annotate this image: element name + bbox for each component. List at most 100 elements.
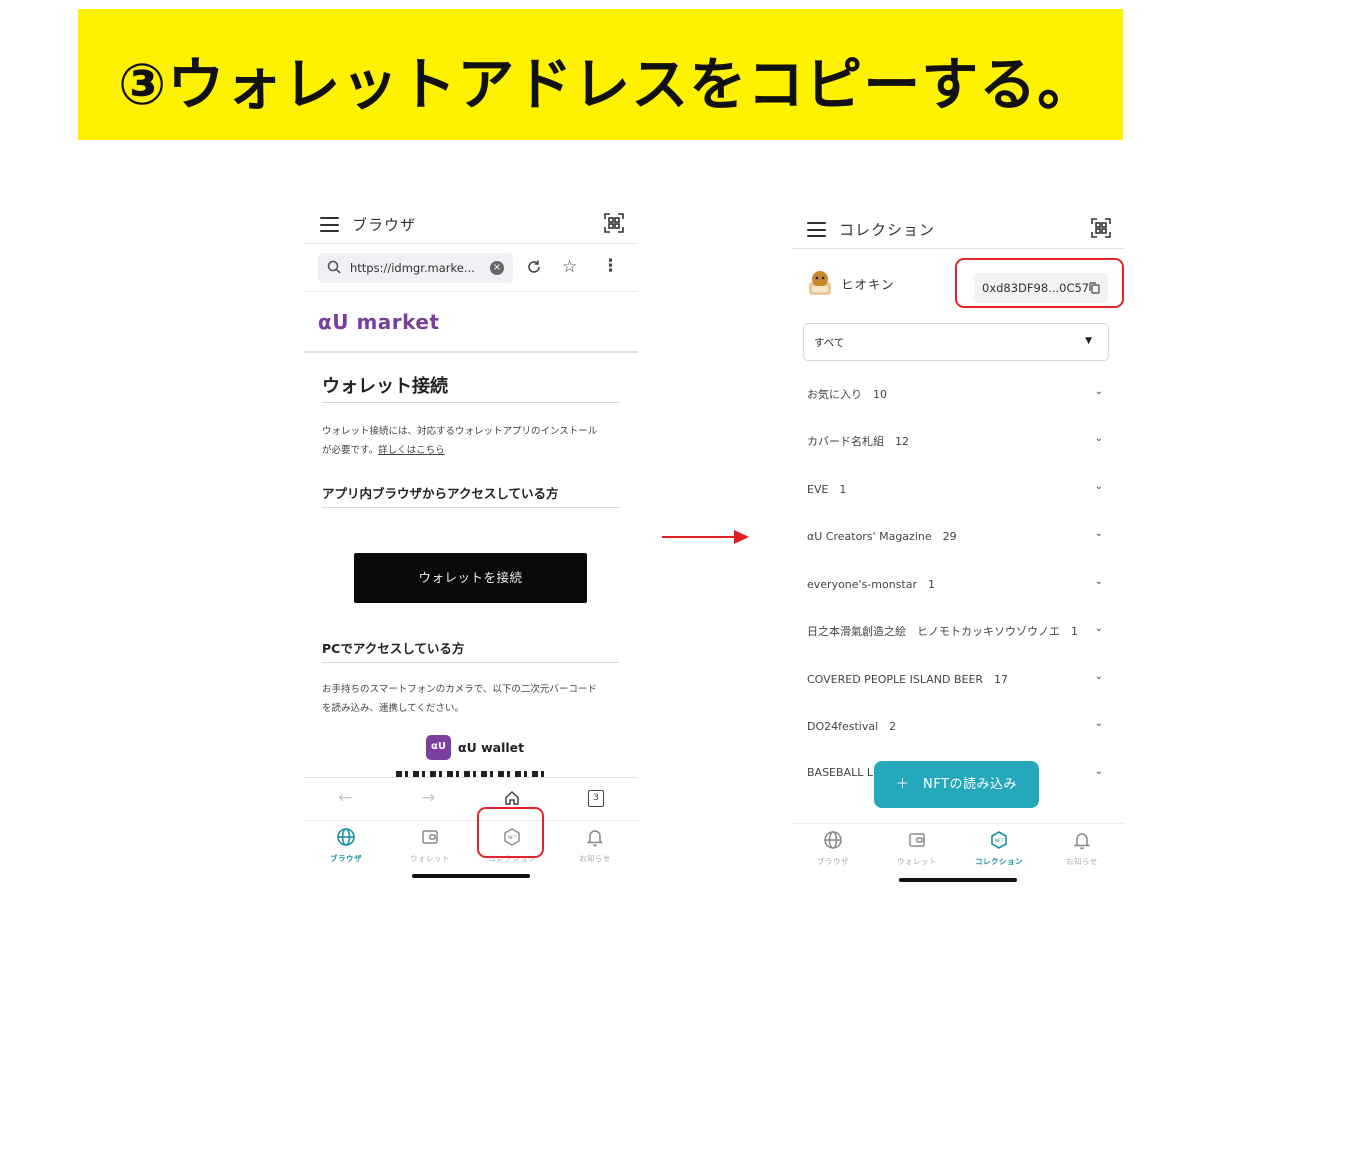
tabs-count-icon[interactable]: 3	[588, 790, 604, 807]
screen-title: ブラウザ	[352, 216, 417, 234]
forward-arrow-icon[interactable]: →	[421, 788, 435, 808]
tab-label: お知らせ	[1066, 857, 1098, 866]
nft-import-button[interactable]: ＋ NFTの読み込み	[874, 761, 1039, 808]
banner-title: ③ウォレットアドレスをコピーする。	[118, 52, 1096, 118]
back-arrow-icon[interactable]: ←	[338, 788, 352, 808]
collection-item[interactable]: DO24festival 2 ⌄	[791, 702, 1125, 749]
title-banner: ③ウォレットアドレスをコピーする。	[78, 9, 1123, 140]
tab-browser[interactable]: ブラウザ	[304, 827, 388, 864]
nft-icon: NFT	[991, 831, 1007, 849]
collection-tab-highlight	[477, 807, 544, 858]
collection-label: EVE 1	[807, 483, 847, 496]
screen-title: コレクション	[839, 221, 936, 239]
in-app-section-title: アプリ内ブラウザからアクセスしている方	[322, 486, 559, 501]
user-name: ヒオキン	[841, 277, 895, 292]
tab-label: ウォレット	[410, 854, 450, 863]
collection-label: COVERED PEOPLE ISLAND BEER 17	[807, 673, 1009, 686]
details-link[interactable]: 詳しくはこちら	[378, 445, 445, 456]
divider	[304, 351, 638, 353]
tab-wallet[interactable]: ウォレット	[388, 827, 472, 864]
wallet-icon	[422, 830, 438, 844]
collection-label: DO24festival 2	[807, 720, 897, 733]
top-bar: ブラウザ	[304, 200, 638, 244]
bell-icon	[1073, 833, 1091, 850]
desc-line: お手持ちのスマートフォンのカメラで、以下の二次元バーコード	[322, 684, 597, 695]
collection-item[interactable]: EVE 1 ⌄	[791, 465, 1125, 512]
globe-icon	[824, 831, 842, 849]
star-icon[interactable]: ☆	[562, 258, 577, 276]
chevron-down-icon: ⌄	[1094, 766, 1103, 777]
reload-icon[interactable]	[526, 259, 542, 275]
tab-label: ブラウザ	[330, 854, 362, 863]
tab-label: ブラウザ	[817, 857, 849, 866]
collection-item[interactable]: カバード名札組 12 ⌄	[791, 417, 1125, 464]
tab-browser[interactable]: ブラウザ	[791, 830, 875, 867]
home-icon[interactable]	[504, 790, 520, 806]
more-icon[interactable]: ⋮	[602, 256, 619, 276]
browser-nav-bar: ← → 3	[304, 777, 638, 819]
desc-line: を読み込み、連携してください。	[322, 703, 464, 714]
search-icon	[327, 260, 341, 274]
qr-scan-icon[interactable]	[604, 213, 624, 233]
filter-value: すべて	[814, 337, 845, 349]
left-phone-screen: ブラウザ https://idmgr.marke... × ☆ ⋮ αU mar…	[304, 200, 638, 890]
collection-item[interactable]: αU Creators' Magazine 29 ⌄	[791, 512, 1125, 559]
chevron-down-icon: ⌄	[1094, 481, 1103, 492]
clear-icon[interactable]: ×	[490, 261, 504, 275]
divider	[322, 507, 620, 508]
dropdown-caret-icon: ▼	[1085, 336, 1092, 346]
menu-icon[interactable]	[320, 217, 339, 232]
collection-filter-select[interactable]: すべて ▼	[803, 323, 1109, 361]
avatar	[809, 271, 831, 295]
url-input[interactable]: https://idmgr.marke... ×	[318, 253, 513, 283]
qr-scan-icon[interactable]	[1091, 218, 1111, 238]
menu-icon[interactable]	[807, 222, 826, 237]
tab-notifications[interactable]: お知らせ	[553, 827, 637, 864]
chevron-down-icon: ⌄	[1094, 386, 1103, 397]
chevron-down-icon: ⌄	[1094, 671, 1103, 682]
collection-item[interactable]: COVERED PEOPLE ISLAND BEER 17 ⌄	[791, 655, 1125, 702]
url-bar: https://idmgr.marke... × ☆ ⋮	[304, 246, 638, 292]
arrow-line	[662, 536, 736, 538]
chevron-down-icon: ⌄	[1094, 433, 1103, 444]
bell-icon	[586, 830, 604, 847]
url-text: https://idmgr.marke...	[350, 261, 475, 275]
bottom-nav: ブラウザ ウォレット NFT コレクション お知らせ	[791, 823, 1125, 873]
divider	[322, 662, 620, 663]
collection-label: 日之本滑氣創造之絵 ヒノモトカッキソウゾウノエ 1	[807, 625, 1078, 638]
tab-wallet[interactable]: ウォレット	[875, 830, 959, 867]
connect-wallet-button[interactable]: ウォレットを接続	[354, 553, 587, 603]
collection-label: BASEBALL L	[807, 766, 873, 779]
svg-text:NFT: NFT	[995, 838, 1004, 844]
tab-notifications[interactable]: お知らせ	[1040, 830, 1124, 867]
top-bar: コレクション	[791, 205, 1125, 249]
tab-label: お知らせ	[579, 854, 611, 863]
wallet-connect-description: ウォレット接続には、対応するウォレットアプリのインストール が必要です。詳しくは…	[322, 422, 622, 460]
tab-collection[interactable]: NFT コレクション	[957, 830, 1041, 867]
desc-line: ウォレット接続には、対応するウォレットアプリのインストール	[322, 426, 598, 437]
tab-label: ウォレット	[897, 857, 937, 866]
divider	[322, 402, 620, 403]
au-wallet-logo: αU	[426, 735, 451, 760]
collection-item[interactable]: everyone's-monstar 1 ⌄	[791, 560, 1125, 607]
globe-icon	[337, 828, 355, 846]
home-indicator	[899, 878, 1017, 882]
collection-label: αU Creators' Magazine 29	[807, 530, 957, 543]
collection-item[interactable]: お気に入り 10 ⌄	[791, 370, 1125, 417]
pc-section-title: PCでアクセスしている方	[322, 641, 465, 656]
desc-line: が必要です。	[322, 445, 379, 456]
tab-label: コレクション	[975, 857, 1023, 866]
bottom-nav: ブラウザ ウォレット NFT コレクション お知らせ	[304, 820, 638, 870]
chevron-down-icon: ⌄	[1094, 623, 1103, 634]
wallet-connect-title: ウォレット接続	[322, 376, 448, 397]
collection-label: お気に入り 10	[807, 388, 887, 401]
brand-logo: αU market	[318, 310, 440, 334]
chevron-down-icon: ⌄	[1094, 576, 1103, 587]
au-wallet-name: αU wallet	[458, 740, 525, 755]
wallet-address-highlight	[955, 258, 1124, 308]
collection-item[interactable]: 日之本滑氣創造之絵 ヒノモトカッキソウゾウノエ 1 ⌄	[791, 607, 1125, 654]
home-indicator	[412, 874, 530, 878]
wallet-icon	[909, 833, 925, 847]
pc-description: お手持ちのスマートフォンのカメラで、以下の二次元バーコード を読み込み、連携して…	[322, 680, 622, 718]
collection-label: everyone's-monstar 1	[807, 578, 935, 591]
